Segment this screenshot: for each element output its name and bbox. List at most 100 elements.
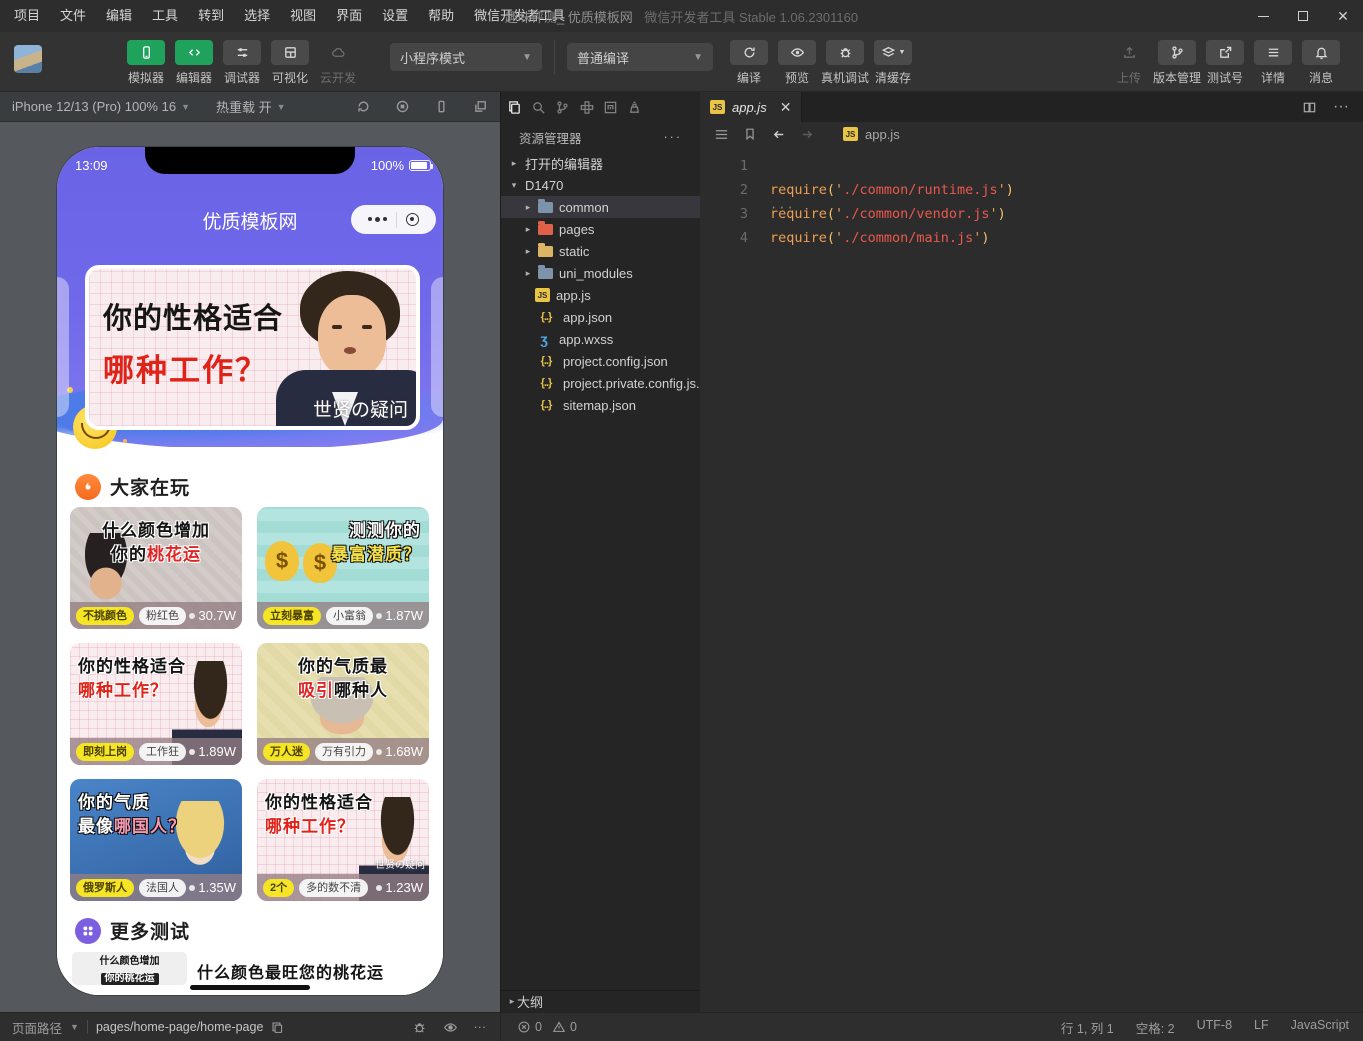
tree-item-common[interactable]: ▸common: [501, 196, 700, 218]
phone-preview[interactable]: 13:09 100% 优质模板网: [57, 147, 443, 995]
menu-项目[interactable]: 项目: [4, 0, 50, 32]
tree-item-[interactable]: ▸打开的编辑器: [501, 152, 700, 174]
quiz-card-info-bar: 立刻暴富小富翁1.87W: [257, 602, 429, 629]
outline-list-icon[interactable]: [714, 127, 729, 142]
banner-watermark: 世贤の疑问: [313, 395, 408, 422]
copy-path-icon[interactable]: [271, 1021, 284, 1034]
quiz-card[interactable]: 你的气质最吸引哪种人万人迷万有引力1.68W: [257, 643, 429, 765]
tree-item-app.wxss[interactable]: ʒapp.wxss: [501, 328, 700, 350]
minimize-button[interactable]: [1243, 0, 1283, 32]
menu-文件[interactable]: 文件: [50, 0, 96, 32]
tree-item-uni_modules[interactable]: ▸uni_modules: [501, 262, 700, 284]
status-item[interactable]: 行 1, 列 1: [1061, 1018, 1114, 1037]
debug-icon[interactable]: [412, 1020, 427, 1035]
menu-转到[interactable]: 转到: [188, 0, 234, 32]
split-editor-icon[interactable]: [1302, 98, 1317, 116]
quiz-card[interactable]: 你的性格适合哪种工作？即刻上岗工作狂1.89W: [70, 643, 242, 765]
branch-icon[interactable]: [555, 100, 570, 115]
status-item[interactable]: 空格: 2: [1136, 1018, 1175, 1037]
maximize-button[interactable]: [1283, 0, 1323, 32]
breadcrumb[interactable]: JS app.js: [843, 127, 900, 142]
miniapp-capsule[interactable]: [351, 205, 436, 234]
windows-icon[interactable]: [473, 99, 488, 114]
tree-item-project.private.config.js...[interactable]: {..}project.private.config.js...: [501, 372, 700, 394]
device-icon[interactable]: [434, 99, 449, 114]
quiz-card-title: 你的气质最吸引哪种人: [257, 655, 429, 703]
toolbar-button-测试号[interactable]: 测试号: [1201, 40, 1249, 86]
close-button[interactable]: ✕: [1323, 0, 1363, 32]
tree-item-project.config.json[interactable]: {..}project.config.json: [501, 350, 700, 372]
search-icon[interactable]: [531, 100, 546, 115]
status-item[interactable]: UTF-8: [1197, 1018, 1232, 1037]
quiz-card[interactable]: 你的气质最像哪国人？俄罗斯人法国人1.35W: [70, 779, 242, 901]
menu-视图[interactable]: 视图: [280, 0, 326, 32]
files-icon[interactable]: [507, 100, 522, 115]
chevron-right-icon: ▸: [523, 202, 533, 213]
record-icon[interactable]: [395, 99, 410, 114]
tree-item-pages[interactable]: ▸pages: [501, 218, 700, 240]
tree-item-app.js[interactable]: JSapp.js: [501, 284, 700, 306]
menu-帮助[interactable]: 帮助: [418, 0, 464, 32]
status-more-button[interactable]: ···: [474, 1020, 487, 1034]
close-tab-icon[interactable]: ✕: [780, 99, 792, 116]
toolbar-button-可视化[interactable]: 可视化: [266, 40, 314, 86]
mode-select[interactable]: 小程序模式▼: [390, 43, 542, 71]
status-item[interactable]: JavaScript: [1291, 1018, 1349, 1037]
toolbar-button-编译[interactable]: 编译: [725, 40, 773, 86]
quiz-card[interactable]: 测测你的暴富潜质？立刻暴富小富翁1.87W: [257, 507, 429, 629]
more-test-title[interactable]: 什么颜色最旺您的桃花运: [197, 959, 384, 983]
toolbar-button-调试器[interactable]: 调试器: [218, 40, 266, 86]
menu-编辑[interactable]: 编辑: [96, 0, 142, 32]
ink-icon[interactable]: [627, 100, 642, 115]
page-path-label[interactable]: 页面路径: [12, 1018, 62, 1037]
toolbar-button-清缓存[interactable]: ▼清缓存: [869, 40, 917, 86]
problem-counters[interactable]: 0 0: [500, 1013, 577, 1041]
chevron-down-icon: ▾: [509, 180, 519, 191]
toolbar-button-版本管理[interactable]: 版本管理: [1153, 40, 1201, 86]
quiz-card-title: 什么颜色增加你的桃花运: [70, 519, 242, 567]
rotate-icon[interactable]: [356, 99, 371, 114]
menu-选择[interactable]: 选择: [234, 0, 280, 32]
npm-icon[interactable]: [603, 100, 618, 115]
tree-item-D1470[interactable]: ▾D1470: [501, 174, 700, 196]
quiz-tag-secondary: 粉红色: [139, 607, 186, 625]
right-button-group: 上传版本管理测试号详情消息: [1105, 32, 1345, 86]
toolbar-button-真机调试[interactable]: 真机调试: [821, 40, 869, 86]
tab-app-js[interactable]: JS app.js ✕: [700, 92, 802, 122]
menu-工具[interactable]: 工具: [142, 0, 188, 32]
forward-icon[interactable]: [800, 127, 815, 142]
chevron-down-icon: ▼: [899, 49, 906, 56]
extensions-icon[interactable]: [579, 100, 594, 115]
hot-reload-toggle[interactable]: 热重载 开▼: [216, 97, 286, 116]
toolbar-button-详情[interactable]: 详情: [1249, 40, 1297, 86]
preview-eye-icon[interactable]: [443, 1020, 458, 1035]
toolbar-button-编辑器[interactable]: 编辑器: [170, 40, 218, 86]
editor-more-button[interactable]: ···: [1333, 98, 1349, 116]
tree-item-app.json[interactable]: {..}app.json: [501, 306, 700, 328]
minimize-icon: [1258, 16, 1269, 17]
toolbar-button-消息[interactable]: 消息: [1297, 40, 1345, 86]
explorer-more-button[interactable]: ···: [664, 130, 683, 144]
compile-select[interactable]: 普通编译▼: [567, 43, 713, 71]
menu-设置[interactable]: 设置: [372, 0, 418, 32]
device-select[interactable]: iPhone 12/13 (Pro) 100% 16▼: [12, 99, 190, 114]
tree-item-static[interactable]: ▸static: [501, 240, 700, 262]
toolbar-button-预览[interactable]: 预览: [773, 40, 821, 86]
menu-界面[interactable]: 界面: [326, 0, 372, 32]
more-test-thumbnail[interactable]: 什么颜色增加 你的桃花运: [72, 952, 187, 985]
outline-section[interactable]: ▸ 大纲: [501, 990, 700, 1012]
back-icon[interactable]: [771, 127, 786, 142]
quiz-card[interactable]: 什么颜色增加你的桃花运不挑颜色粉红色30.7W: [70, 507, 242, 629]
bookmark-icon[interactable]: [743, 127, 757, 141]
toolbar-button-模拟器[interactable]: 模拟器: [122, 40, 170, 86]
sparkle-decoration: [123, 439, 127, 443]
code-editor[interactable]: 12require('./common/runtime.js')···3requ…: [700, 146, 1363, 1012]
quiz-card-watermark: 世贤の疑问: [375, 856, 425, 871]
avatar[interactable]: [14, 45, 42, 73]
quiz-card[interactable]: 你的性格适合哪种工作？世贤の疑问2个多的数不清1.23W: [257, 779, 429, 901]
tree-item-sitemap.json[interactable]: {..}sitemap.json: [501, 394, 700, 416]
status-item[interactable]: LF: [1254, 1018, 1269, 1037]
layout-icon: [283, 45, 298, 60]
banner-quiz-card[interactable]: 你的性格适合 哪种工作？ 世贤の疑问: [85, 265, 420, 430]
menu-微信开发者工具[interactable]: 微信开发者工具: [464, 0, 575, 32]
